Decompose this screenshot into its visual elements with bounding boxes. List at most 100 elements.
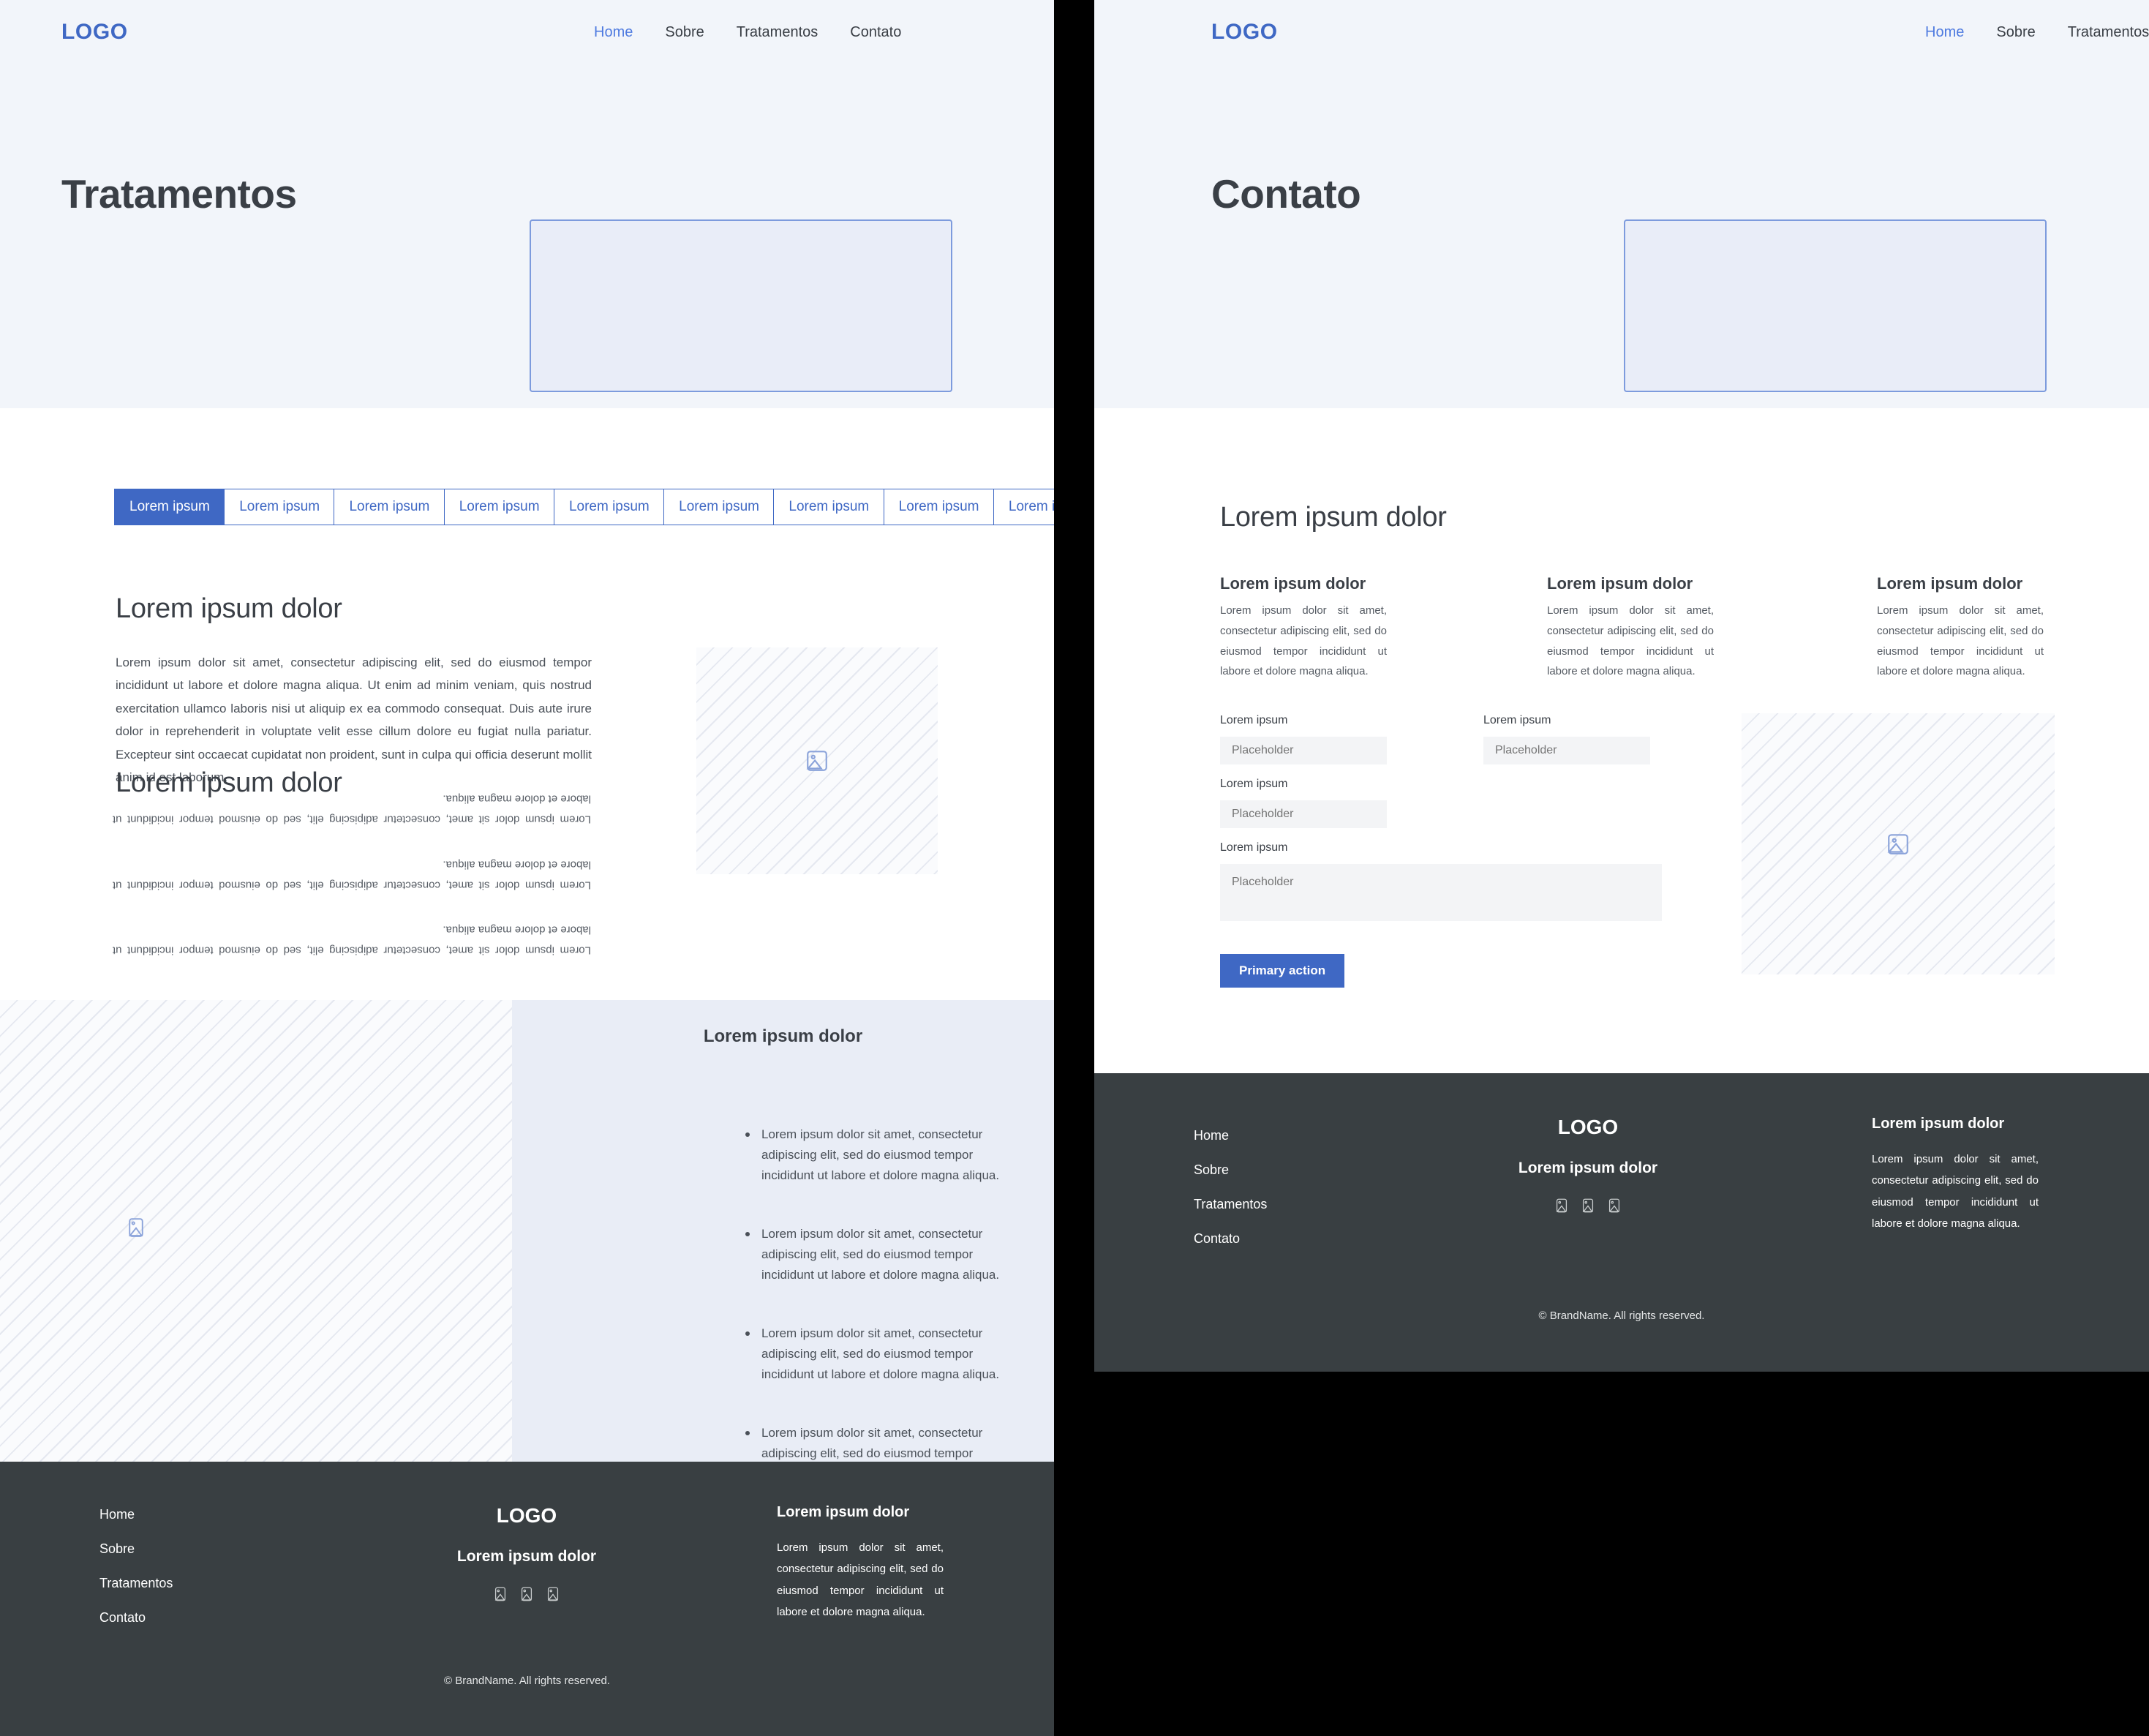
info-card: Lorem ipsum dolor Lorem ipsum dolor sit … bbox=[1220, 574, 1387, 682]
footer-brand: LOGO Lorem ipsum dolor bbox=[380, 1504, 673, 1602]
image-icon bbox=[1887, 833, 1908, 854]
footer-link-tratamentos[interactable]: Tratamentos bbox=[1194, 1197, 1267, 1212]
input-field-2[interactable] bbox=[1483, 737, 1650, 764]
screenshot-canvas: LOGO Home Sobre Tratamentos Contato Trat… bbox=[0, 0, 2149, 1736]
logo[interactable]: LOGO bbox=[61, 20, 128, 45]
section-heading: Lorem ipsum dolor bbox=[1220, 502, 1447, 533]
form-group-1: Lorem ipsum bbox=[1220, 714, 1387, 764]
footer-tagline: Lorem ipsum dolor bbox=[1518, 1160, 1658, 1176]
tab-6[interactable]: Lorem ipsum bbox=[773, 489, 885, 525]
field-label-3: Lorem ipsum bbox=[1220, 778, 1288, 790]
list-item: Lorem ipsum dolor sit amet, consectetur … bbox=[742, 1323, 1006, 1385]
tab-1[interactable]: Lorem ipsum bbox=[224, 489, 336, 525]
info-card: Lorem ipsum dolor Lorem ipsum dolor sit … bbox=[1877, 574, 2044, 682]
tab-7[interactable]: Lorem ipsum bbox=[883, 489, 995, 525]
form-group-4: Lorem ipsum bbox=[1220, 841, 1662, 925]
footer-about: Lorem ipsum dolor Lorem ipsum dolor sit … bbox=[777, 1504, 944, 1623]
card-title: Lorem ipsum dolor bbox=[1547, 574, 1693, 593]
footer-right: Home Sobre Tratamentos Contato LOGO Lore… bbox=[1094, 1073, 2149, 1372]
tab-4[interactable]: Lorem ipsum bbox=[553, 489, 665, 525]
content-section-right: Lorem ipsum dolor Lorem ipsum dolor Lore… bbox=[1094, 408, 2149, 1073]
logo[interactable]: LOGO bbox=[1211, 20, 1278, 45]
form-group-3: Lorem ipsum bbox=[1220, 778, 1387, 828]
footer-brand: LOGO Lorem ipsum dolor bbox=[1442, 1116, 1734, 1214]
footer-tagline: Lorem ipsum dolor bbox=[456, 1548, 597, 1565]
card-title: Lorem ipsum dolor bbox=[1220, 574, 1366, 593]
footer-link-sobre[interactable]: Sobre bbox=[1194, 1162, 1267, 1178]
footer-link-tratamentos[interactable]: Tratamentos bbox=[99, 1576, 173, 1591]
nav-links: Home Sobre Tratamentos Contato bbox=[594, 24, 901, 41]
footer-logo[interactable]: LOGO bbox=[380, 1504, 673, 1528]
social-links bbox=[1442, 1198, 1734, 1214]
social-image-icon-2[interactable] bbox=[519, 1586, 535, 1602]
list-item: Lorem ipsum dolor sit amet, consectetur … bbox=[742, 1224, 1006, 1285]
social-image-icon-1[interactable] bbox=[492, 1586, 508, 1602]
tab-0[interactable]: Lorem ipsum bbox=[114, 489, 225, 525]
footer-link-contato[interactable]: Contato bbox=[1194, 1231, 1267, 1247]
page-tratamentos: LOGO Home Sobre Tratamentos Contato Trat… bbox=[0, 0, 1054, 1736]
footer-about-text: Lorem ipsum dolor sit amet, consectetur … bbox=[1872, 1153, 2039, 1230]
nav-item-sobre[interactable]: Sobre bbox=[1996, 24, 2035, 41]
footer-nav: Home Sobre Tratamentos Contato bbox=[1194, 1128, 1267, 1247]
image-icon bbox=[806, 751, 827, 771]
nav-item-home[interactable]: Home bbox=[1925, 24, 1964, 41]
hero-right: Contato bbox=[1094, 64, 2149, 408]
nav-item-tratamentos[interactable]: Tratamentos bbox=[2068, 24, 2149, 41]
footer-link-home[interactable]: Home bbox=[99, 1507, 173, 1522]
footer-about-heading: Lorem ipsum dolor bbox=[777, 1504, 910, 1520]
card-text: Lorem ipsum dolor sit amet, consectetur … bbox=[1547, 604, 1714, 678]
navbar-right: LOGO Home Sobre Tratamentos Contato bbox=[1094, 0, 2149, 64]
card-text: Lorem ipsum dolor sit amet, consectetur … bbox=[1220, 604, 1387, 678]
field-label-1: Lorem ipsum bbox=[1220, 714, 1288, 726]
tab-bar: Lorem ipsum Lorem ipsum Lorem ipsum Lore… bbox=[114, 489, 1054, 525]
info-card: Lorem ipsum dolor Lorem ipsum dolor sit … bbox=[1547, 574, 1714, 682]
list-heading: Lorem ipsum dolor bbox=[703, 1026, 863, 1046]
card-title: Lorem ipsum dolor bbox=[1877, 574, 2023, 593]
hero-left: Tratamentos bbox=[0, 64, 1054, 408]
primary-action-button[interactable]: Primary action bbox=[1220, 954, 1345, 988]
footer-link-contato[interactable]: Contato bbox=[99, 1610, 173, 1626]
input-field-3[interactable] bbox=[1220, 800, 1387, 828]
page-contato: LOGO Home Sobre Tratamentos Contato Cont… bbox=[1094, 0, 2149, 1372]
nav-item-contato[interactable]: Contato bbox=[850, 24, 901, 41]
flipped-paragraph-group: Lorem ipsum dolor sit amet, consectetur … bbox=[113, 789, 591, 961]
tab-8[interactable]: Lorem ipsum bbox=[993, 489, 1054, 525]
navbar-left: LOGO Home Sobre Tratamentos Contato bbox=[0, 0, 1054, 64]
field-label-2: Lorem ipsum bbox=[1483, 714, 1551, 726]
nav-links: Home Sobre Tratamentos Contato bbox=[1925, 24, 2149, 41]
nav-item-home[interactable]: Home bbox=[594, 24, 633, 41]
content-section-left: Lorem ipsum Lorem ipsum Lorem ipsum Lore… bbox=[0, 408, 1054, 1001]
footer-logo[interactable]: LOGO bbox=[1442, 1116, 1734, 1139]
content-image-placeholder bbox=[696, 647, 938, 874]
social-links bbox=[380, 1586, 673, 1602]
social-image-icon-3[interactable] bbox=[545, 1586, 561, 1602]
footer-nav: Home Sobre Tratamentos Contato bbox=[99, 1507, 173, 1626]
footer-link-home[interactable]: Home bbox=[1194, 1128, 1267, 1143]
flipped-paragraph-2: Lorem ipsum dolor sit amet, consectetur … bbox=[113, 923, 591, 957]
message-textarea[interactable] bbox=[1220, 864, 1662, 921]
image-icon bbox=[128, 1218, 143, 1237]
tab-2[interactable]: Lorem ipsum bbox=[334, 489, 445, 525]
section-heading: Lorem ipsum dolor bbox=[116, 593, 342, 624]
social-image-icon-2[interactable] bbox=[1580, 1198, 1596, 1214]
tab-3[interactable]: Lorem ipsum bbox=[443, 489, 555, 525]
tab-5[interactable]: Lorem ipsum bbox=[663, 489, 775, 525]
footer-link-sobre[interactable]: Sobre bbox=[99, 1541, 173, 1557]
social-image-icon-3[interactable] bbox=[1606, 1198, 1622, 1214]
hero-image-placeholder bbox=[530, 219, 952, 392]
footer-about-heading: Lorem ipsum dolor bbox=[1872, 1116, 2005, 1132]
flipped-paragraph-0: Lorem ipsum dolor sit amet, consectetur … bbox=[113, 792, 591, 826]
footer-copyright: © BrandName. All rights reserved. bbox=[444, 1675, 610, 1687]
field-label-4: Lorem ipsum bbox=[1220, 841, 1288, 854]
form-group-2: Lorem ipsum bbox=[1483, 714, 1650, 764]
footer-left: Home Sobre Tratamentos Contato LOGO Lore… bbox=[0, 1462, 1054, 1736]
feature-list-panel: Lorem ipsum dolor Lorem ipsum dolor sit … bbox=[512, 1000, 1054, 1581]
nav-item-sobre[interactable]: Sobre bbox=[665, 24, 704, 41]
input-field-1[interactable] bbox=[1220, 737, 1387, 764]
nav-item-tratamentos[interactable]: Tratamentos bbox=[737, 24, 818, 41]
footer-about: Lorem ipsum dolor Lorem ipsum dolor sit … bbox=[1872, 1116, 2039, 1234]
contact-image-placeholder bbox=[1742, 713, 2055, 974]
social-image-icon-1[interactable] bbox=[1554, 1198, 1570, 1214]
footer-about-text: Lorem ipsum dolor sit amet, consectetur … bbox=[777, 1541, 944, 1618]
page-title: Tratamentos bbox=[61, 171, 297, 217]
